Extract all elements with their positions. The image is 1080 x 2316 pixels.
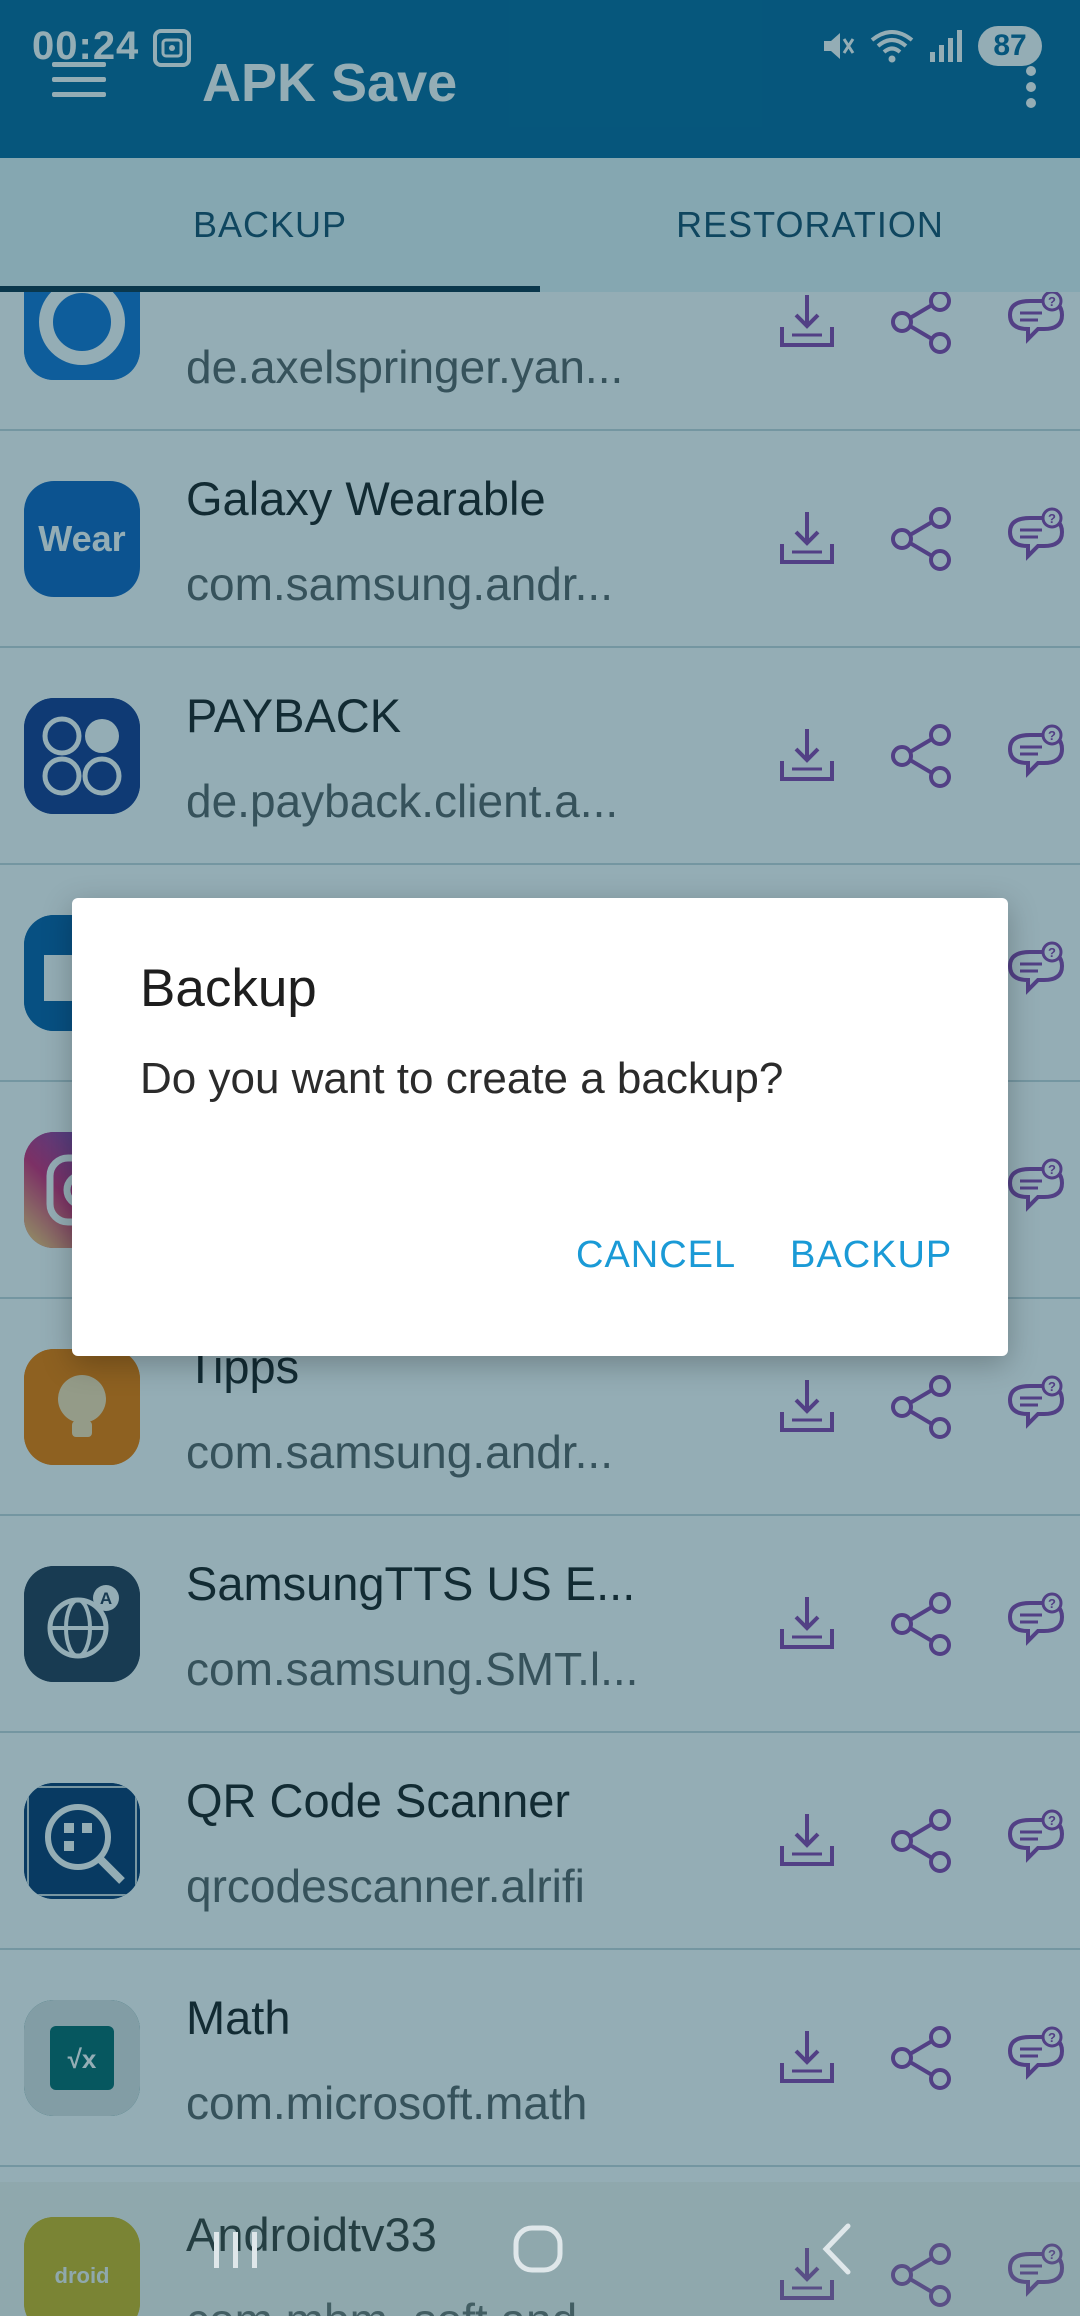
recent-apps-icon[interactable]: [196, 2216, 276, 2282]
home-icon[interactable]: [498, 2216, 578, 2282]
cancel-button[interactable]: CANCEL: [576, 1234, 736, 1277]
back-icon[interactable]: [800, 2216, 880, 2282]
dialog-message: Do you want to create a backup?: [140, 1054, 784, 1103]
backup-button[interactable]: BACKUP: [790, 1234, 952, 1277]
navigation-bar: [0, 2182, 1080, 2316]
dialog-title: Backup: [140, 959, 317, 1018]
backup-dialog: Backup Do you want to create a backup? C…: [72, 898, 1008, 1356]
